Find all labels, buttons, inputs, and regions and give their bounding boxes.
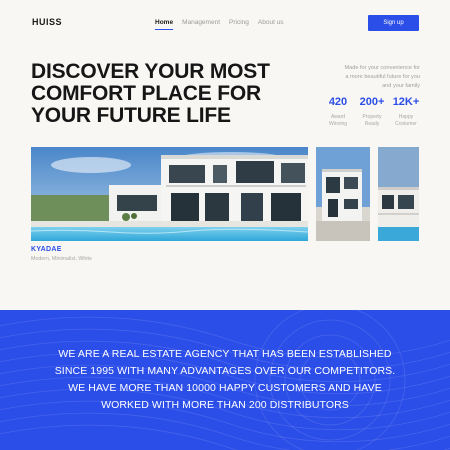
main-menu: Home Management Pricing About us [155, 19, 284, 30]
about-line: SINCE 1995 WITH MANY ADVANTAGES OVER OUR… [54, 365, 396, 377]
headline-line: COMFORT PLACE FOR [31, 82, 261, 105]
property-style: Modern, Minimalist, White [31, 256, 92, 262]
stat-value: 420 [328, 96, 348, 108]
stat-label: Happy Costumer [390, 114, 422, 128]
stat-label-line: Costumer [395, 121, 417, 127]
sign-up-button[interactable]: Sign up [368, 15, 419, 31]
nav-item-home[interactable]: Home [155, 19, 174, 30]
house-photo[interactable] [316, 147, 370, 241]
about-band: WE ARE A REAL ESTATE AGENCY THAT HAS BEE… [0, 310, 450, 450]
stat-label-line: Ready [364, 121, 380, 127]
property-name: KYADAE [31, 246, 62, 253]
nav-item-pricing[interactable]: Pricing [229, 19, 249, 30]
stat-label: Award Winning [322, 114, 354, 128]
brand-logo[interactable]: HUISS [32, 17, 62, 27]
stat-award-winning: 420 Award Winning [322, 96, 354, 128]
stat-label-line: Winning [328, 121, 348, 127]
tagline-line: a more beautiful future for you [345, 74, 420, 80]
about-line: WE HAVE MORE THAN 10000 HAPPY CUSTOMERS … [68, 382, 382, 394]
hero-tagline: Made for your convenience for a more bea… [318, 64, 420, 91]
nav-item-about-us[interactable]: About us [258, 19, 284, 30]
stat-value: 12K+ [392, 96, 420, 108]
hero-headline: DISCOVER YOUR MOST COMFORT PLACE FOR YOU… [31, 61, 311, 127]
stat-label-line: Property [362, 114, 382, 120]
stat-happy-customer: 12K+ Happy Costumer [390, 96, 422, 128]
about-line: WORKED WITH MORE THAN 200 DISTRIBUTORS [101, 399, 349, 411]
stat-property-ready: 200+ Property Ready [356, 96, 388, 128]
headline-line: YOUR FUTURE LIFE [31, 104, 231, 127]
building-photo[interactable] [378, 147, 419, 241]
tagline-line: and your family [382, 83, 420, 89]
stats-row: 420 Award Winning 200+ Property Ready 12… [322, 96, 422, 128]
headline-line: DISCOVER YOUR MOST [31, 60, 270, 83]
stat-label: Property Ready [356, 114, 388, 128]
nav-item-management[interactable]: Management [182, 19, 220, 30]
about-line: WE ARE A REAL ESTATE AGENCY THAT HAS BEE… [58, 348, 392, 360]
top-navigation: HUISS Home Management Pricing About us S… [0, 0, 450, 44]
about-statement: WE ARE A REAL ESTATE AGENCY THAT HAS BEE… [0, 346, 450, 414]
stat-value: 200+ [359, 96, 385, 108]
stat-label-line: Award [330, 114, 346, 120]
tagline-line: Made for your convenience for [344, 65, 420, 71]
villa-photo[interactable] [31, 147, 308, 241]
stat-label-line: Happy [398, 114, 414, 120]
